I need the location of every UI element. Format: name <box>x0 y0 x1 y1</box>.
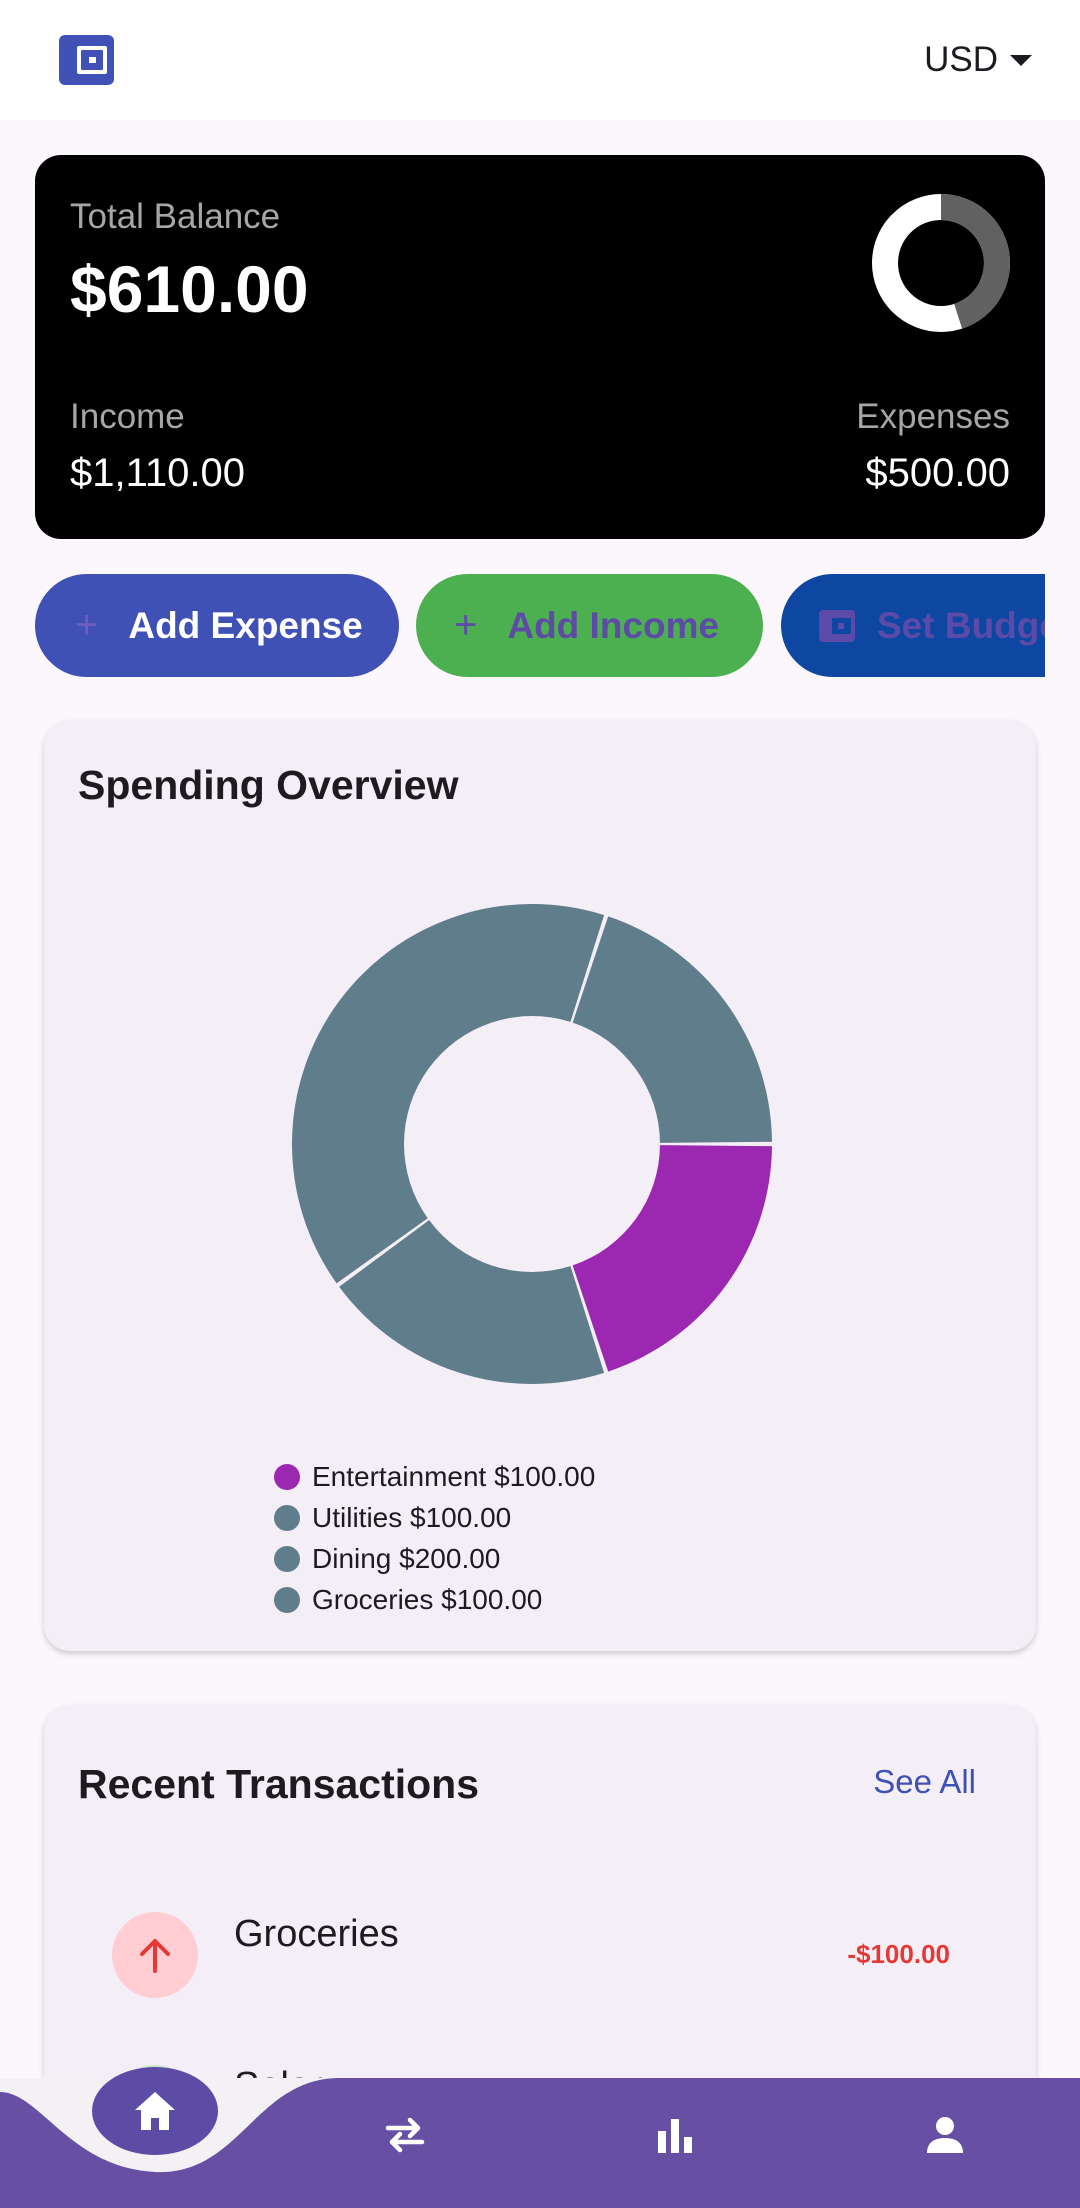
legend-dot <box>274 1545 300 1572</box>
transaction-name: Groceries <box>234 1913 399 1955</box>
wallet-icon[interactable] <box>59 35 114 85</box>
wallet-icon <box>819 609 855 642</box>
balance-card: Total Balance $610.00 Income $1,110.00 E… <box>35 155 1045 539</box>
nav-profile-button[interactable] <box>915 2110 975 2160</box>
legend-label: Utilities $100.00 <box>312 1501 512 1533</box>
set-budget-button[interactable]: Set Budget <box>781 574 1045 677</box>
legend-item-entertainment: Entertainment $100.00 <box>274 1456 595 1497</box>
legend-dot <box>274 1586 300 1613</box>
donut-slice-entertainment <box>572 1145 772 1372</box>
set-budget-label: Set Budget <box>877 604 1045 646</box>
plus-icon: + <box>75 603 99 647</box>
currency-value: USD <box>924 40 998 79</box>
recent-transactions-title: Recent Transactions <box>78 1761 480 1807</box>
total-balance-value: $610.00 <box>70 252 309 326</box>
transaction-row[interactable]: Groceries -$100.00 <box>44 1905 1036 2005</box>
balance-ring-chart <box>872 194 1010 332</box>
legend-dot <box>274 1463 300 1490</box>
nav-transactions-button[interactable] <box>375 2110 435 2160</box>
donut-slice-groceries <box>572 916 772 1143</box>
quick-actions: + Add Expense + Add Income Set Budget <box>35 574 1045 677</box>
legend-label: Groceries $100.00 <box>312 1583 543 1615</box>
swap-icon <box>385 2117 425 2153</box>
spending-donut-chart <box>292 904 772 1384</box>
nav-stats-button[interactable] <box>645 2110 705 2160</box>
see-all-link[interactable]: See All <box>873 1763 976 1801</box>
donut-slice-dining <box>292 904 605 1284</box>
legend-dot <box>274 1504 300 1531</box>
legend-label: Entertainment $100.00 <box>312 1460 596 1492</box>
total-balance-label: Total Balance <box>70 197 281 236</box>
transaction-avatar <box>112 1912 198 1998</box>
transaction-amount: -$100.00 <box>847 1939 950 1969</box>
arrow-up-icon <box>140 1939 170 1973</box>
legend-item-dining: Dining $200.00 <box>274 1538 595 1579</box>
top-app-bar: USD <box>0 0 1080 120</box>
bar-chart-icon <box>658 2119 692 2153</box>
spending-overview-card: Spending Overview Entertainment $100.00 … <box>44 720 1036 1651</box>
add-expense-button[interactable]: + Add Expense <box>35 574 399 677</box>
currency-dropdown[interactable]: USD <box>924 36 1032 84</box>
add-income-label: Add Income <box>507 604 720 646</box>
income-value: $1,110.00 <box>70 451 245 495</box>
legend-item-utilities: Utilities $100.00 <box>274 1497 595 1538</box>
home-icon <box>135 2092 175 2130</box>
legend-item-groceries: Groceries $100.00 <box>274 1579 595 1620</box>
plus-icon: + <box>454 603 478 647</box>
person-icon <box>927 2117 963 2153</box>
chart-legend: Entertainment $100.00 Utilities $100.00 … <box>274 1456 595 1620</box>
income-label: Income <box>70 397 185 436</box>
expenses-label: Expenses <box>856 397 1010 436</box>
chevron-down-icon <box>1010 54 1032 66</box>
expenses-value: $500.00 <box>865 451 1010 495</box>
add-income-button[interactable]: + Add Income <box>416 574 763 677</box>
spending-overview-title: Spending Overview <box>78 762 459 808</box>
nav-home-button[interactable] <box>92 2067 218 2155</box>
add-expense-label: Add Expense <box>128 604 363 646</box>
legend-label: Dining $200.00 <box>312 1542 501 1574</box>
